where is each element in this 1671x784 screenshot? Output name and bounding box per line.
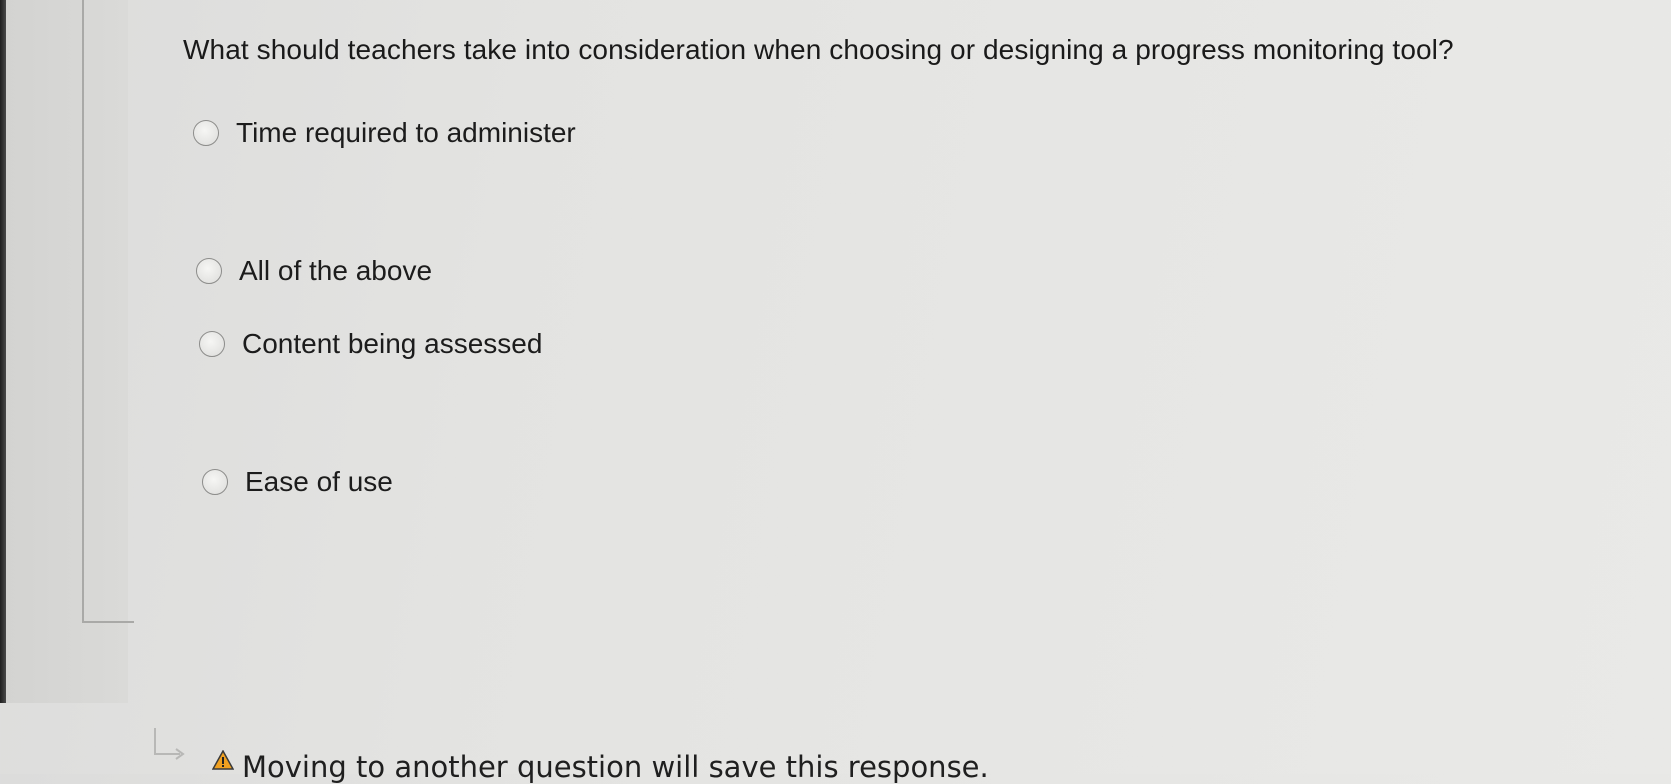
radio-button[interactable] [199, 331, 225, 357]
save-notice: Moving to another question will save thi… [152, 726, 989, 784]
panel-frame [82, 0, 134, 623]
option-content-assessed[interactable]: Content being assessed [199, 328, 542, 360]
option-label[interactable]: All of the above [239, 255, 432, 287]
option-time-required[interactable]: Time required to administer [193, 117, 576, 149]
radio-button[interactable] [196, 258, 222, 284]
option-all-of-the-above[interactable]: All of the above [196, 255, 432, 287]
option-label[interactable]: Content being assessed [242, 328, 542, 360]
question-text: What should teachers take into considera… [183, 34, 1454, 65]
left-panel [6, 0, 134, 703]
option-label[interactable]: Time required to administer [236, 117, 576, 149]
warning-icon [212, 750, 234, 770]
return-arrow-icon [154, 728, 185, 760]
save-notice-text: Moving to another question will save thi… [242, 750, 989, 784]
option-ease-of-use[interactable]: Ease of use [202, 466, 393, 498]
radio-button[interactable] [202, 469, 228, 495]
radio-button[interactable] [193, 120, 219, 146]
option-label[interactable]: Ease of use [245, 466, 393, 498]
